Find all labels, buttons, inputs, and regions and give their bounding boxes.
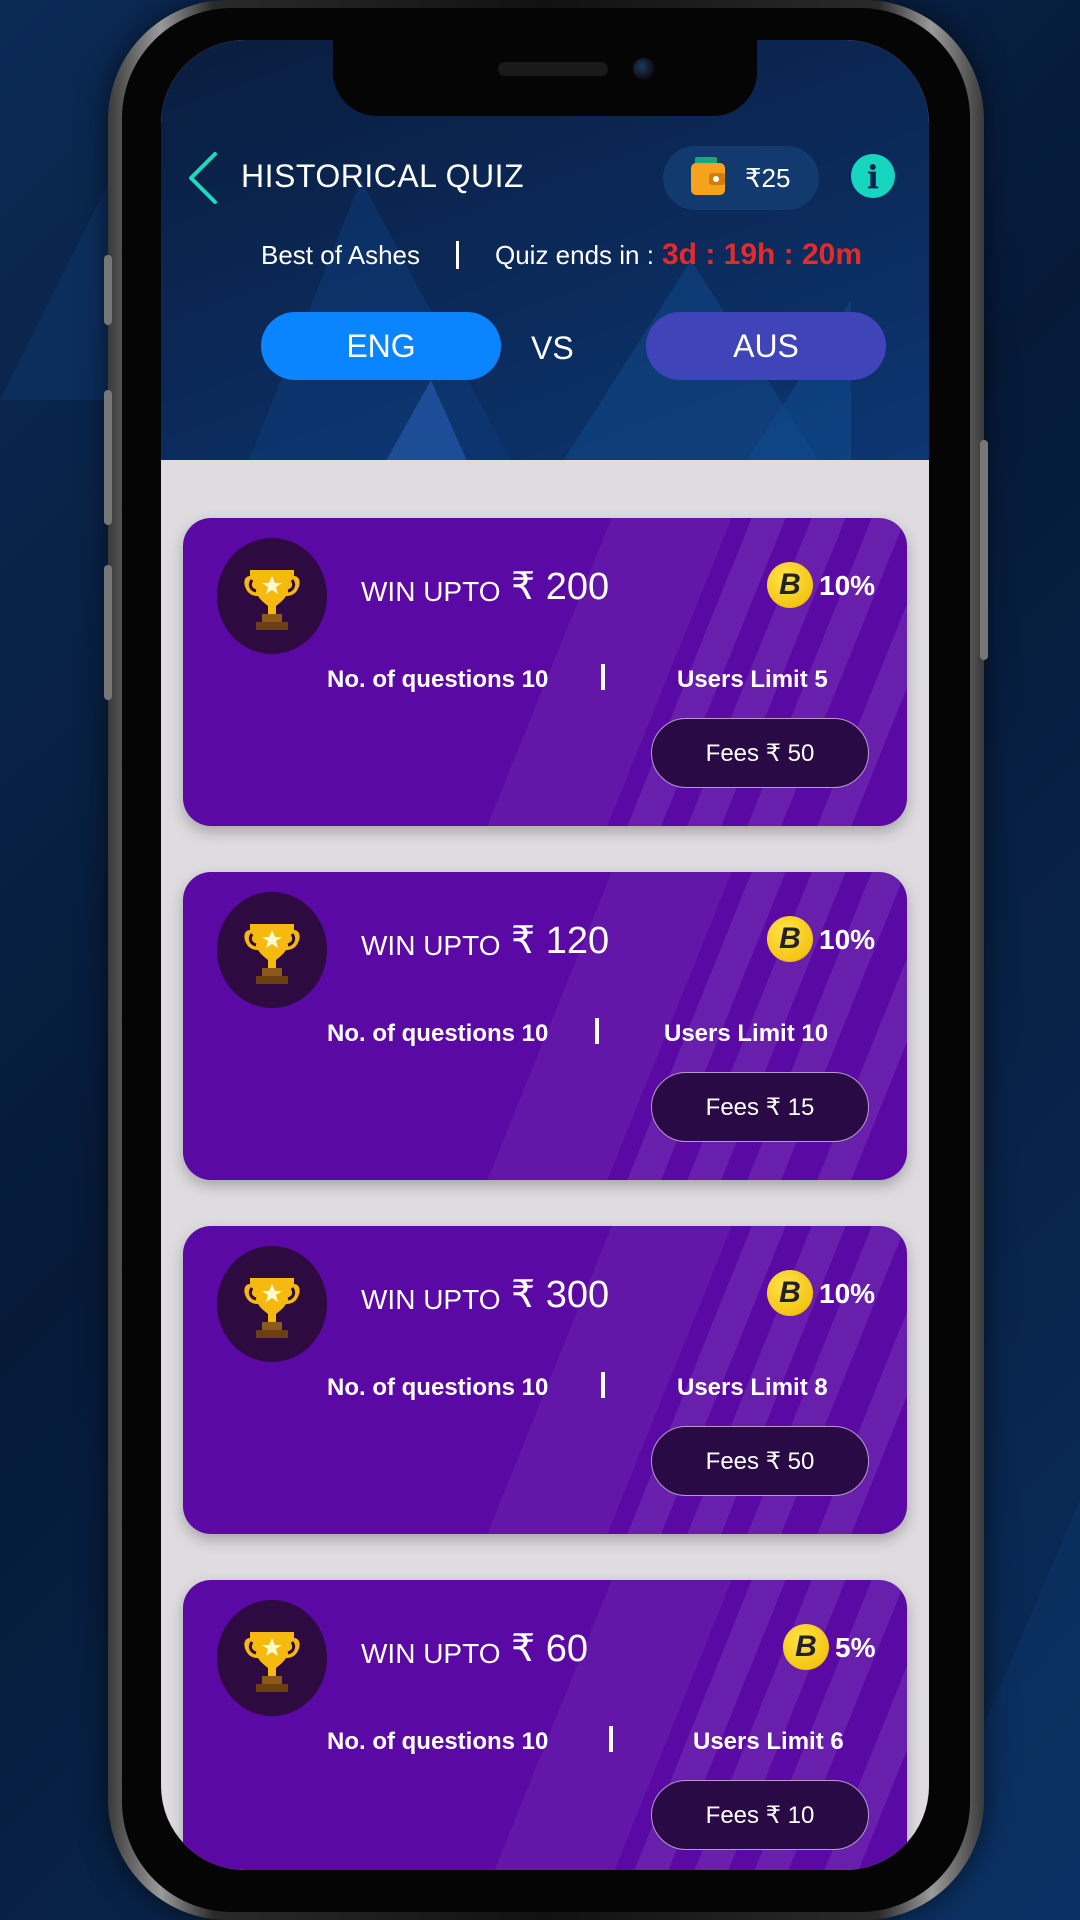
quiz-card[interactable]: WIN UPTO ₹ 200 B 10% No. of questions 10…	[183, 518, 907, 826]
questions-count: No. of questions 10	[327, 1020, 549, 1047]
bonus-coin-icon: B	[783, 1624, 829, 1670]
phone-side-button	[980, 440, 988, 660]
users-limit: Users Limit 5	[677, 666, 828, 693]
users-limit: Users Limit 6	[693, 1728, 844, 1755]
win-amount: ₹ 200	[511, 566, 610, 608]
quiz-ends-label: Quiz ends in :	[494, 239, 654, 270]
questions-count: No. of questions 10	[327, 666, 549, 693]
card-divider	[595, 1018, 599, 1044]
quiz-subtitle: Best of Ashes Quiz ends in : 3d : 19h : …	[261, 238, 862, 272]
trophy-icon	[244, 924, 300, 984]
bonus-coin-icon: B	[767, 916, 813, 962]
wallet-balance-button[interactable]: ₹25	[663, 146, 819, 210]
team-aus-button[interactable]: AUS	[646, 312, 886, 380]
app-screen: HISTORICAL QUIZ ₹25 i Best of Ashes Quiz…	[161, 40, 929, 1870]
phone-side-button	[104, 255, 112, 325]
users-limit: Users Limit 8	[677, 1374, 828, 1401]
win-upto-label: WIN UPTO	[361, 1638, 501, 1669]
phone-side-button	[104, 390, 112, 525]
trophy-badge	[217, 538, 327, 654]
questions-count: No. of questions 10	[327, 1374, 549, 1401]
fees-button[interactable]: Fees ₹ 50	[651, 1426, 869, 1496]
trophy-icon	[244, 1632, 300, 1692]
card-divider	[609, 1726, 613, 1752]
speaker-grille	[498, 62, 608, 76]
quiz-name: Best of Ashes	[261, 239, 420, 270]
questions-count: No. of questions 10	[327, 1728, 549, 1755]
front-camera	[633, 58, 655, 80]
win-upto-label: WIN UPTO	[361, 1284, 501, 1315]
quiz-countdown: 3d : 19h : 20m	[661, 238, 863, 271]
fees-button[interactable]: Fees ₹ 10	[651, 1780, 869, 1850]
users-limit: Users Limit 10	[664, 1020, 829, 1047]
subtitle-divider	[455, 241, 459, 269]
win-upto-label: WIN UPTO	[361, 930, 501, 961]
page-title: HISTORICAL QUIZ	[241, 158, 525, 194]
back-arrow-icon[interactable]	[183, 150, 223, 206]
quiz-card[interactable]: WIN UPTO ₹ 300 B 10% No. of questions 10…	[183, 1226, 907, 1534]
bonus-percent: 5%	[835, 1632, 876, 1663]
bonus-percent: 10%	[819, 570, 876, 601]
quiz-header: HISTORICAL QUIZ ₹25 i Best of Ashes Quiz…	[161, 40, 929, 460]
quiz-card-list: WIN UPTO ₹ 200 B 10% No. of questions 10…	[161, 460, 929, 1870]
bonus-coin-icon: B	[767, 1270, 813, 1316]
trophy-icon	[244, 570, 300, 630]
wallet-amount: ₹25	[745, 162, 791, 193]
trophy-badge	[217, 1246, 327, 1362]
win-amount: ₹ 60	[511, 1628, 589, 1670]
card-divider	[601, 1372, 605, 1398]
bonus-coin-icon: B	[767, 562, 813, 608]
wallet-icon	[691, 156, 725, 200]
quiz-card[interactable]: WIN UPTO ₹ 120 B 10% No. of questions 10…	[183, 872, 907, 1180]
win-amount: ₹ 120	[511, 920, 610, 962]
versus-label: VS	[531, 330, 574, 366]
phone-side-button	[104, 565, 112, 700]
quiz-card[interactable]: WIN UPTO ₹ 60 B 5% No. of questions 10 U…	[183, 1580, 907, 1870]
trophy-badge	[217, 892, 327, 1008]
phone-notch	[333, 40, 757, 116]
win-amount: ₹ 300	[511, 1274, 610, 1316]
trophy-badge	[217, 1600, 327, 1716]
info-icon[interactable]: i	[851, 154, 895, 198]
win-upto-label: WIN UPTO	[361, 576, 501, 607]
trophy-icon	[244, 1278, 300, 1338]
fees-button[interactable]: Fees ₹ 50	[651, 718, 869, 788]
bonus-percent: 10%	[819, 924, 876, 955]
bonus-percent: 10%	[819, 1278, 876, 1309]
fees-button[interactable]: Fees ₹ 15	[651, 1072, 869, 1142]
card-divider	[601, 664, 605, 690]
header-decoration	[381, 380, 471, 460]
team-eng-button[interactable]: ENG	[261, 312, 501, 380]
info-icon-glyph: i	[866, 158, 880, 196]
